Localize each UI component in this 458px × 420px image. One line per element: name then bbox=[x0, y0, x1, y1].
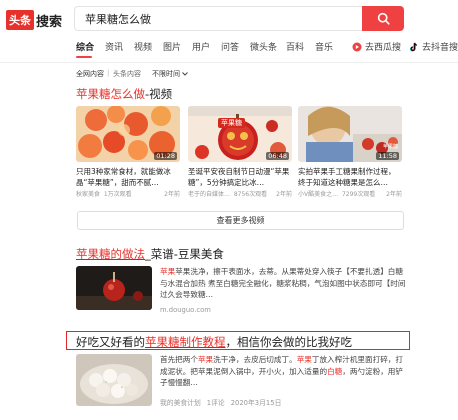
tab-all[interactable]: 综合 bbox=[76, 40, 94, 53]
filter-time-label: 不限时间 bbox=[152, 70, 180, 78]
search-tabs: 综合 资讯 视频 图片 用户 问答 微头条 百科 音乐 去西瓜搜 去抖音搜 bbox=[0, 38, 458, 62]
filter-all-content[interactable]: 全网内容 bbox=[76, 69, 104, 79]
thumbnail-overlay-text: 苹果糖 bbox=[218, 118, 245, 128]
xigua-search-link[interactable]: 去西瓜搜 bbox=[352, 40, 401, 53]
result-thumbnail[interactable] bbox=[76, 354, 152, 406]
tab-user[interactable]: 用户 bbox=[192, 40, 210, 53]
logo-badge: 头条 bbox=[6, 10, 34, 30]
video-duration: 06:48 bbox=[266, 152, 289, 160]
active-tab-indicator bbox=[76, 56, 92, 58]
thumbnail-overlay-text: 苹果糖 bbox=[382, 144, 398, 150]
filter-toutiao-content[interactable]: 头条内容 bbox=[113, 69, 141, 79]
more-videos-button[interactable]: 查看更多视频 bbox=[77, 211, 404, 230]
result-source[interactable]: m.douguo.com bbox=[160, 306, 211, 314]
douyin-search-link[interactable]: 去抖音搜 bbox=[409, 40, 458, 53]
video-age: 2年前 bbox=[386, 191, 402, 198]
search-icon bbox=[377, 12, 390, 25]
tab-video[interactable]: 视频 bbox=[134, 40, 152, 53]
logo[interactable]: 头条 搜索 bbox=[6, 10, 62, 30]
snippet-text: 洗干净，去皮后切成丁。 bbox=[213, 355, 297, 364]
result-thumbnail-image bbox=[76, 354, 152, 406]
video-views: 1万次观看 bbox=[103, 191, 132, 198]
logo-text: 搜索 bbox=[36, 14, 63, 30]
result-title-highlight: 苹果糖的做法 bbox=[76, 247, 145, 261]
video-views: 8756次观看 bbox=[233, 191, 268, 198]
video-author: 老于的自媒体… bbox=[188, 191, 231, 198]
result-meta: 我的美食计划 1评论 2020年3月15日 bbox=[160, 397, 281, 407]
result-thumbnail-image bbox=[76, 266, 152, 310]
search-input[interactable] bbox=[75, 7, 355, 30]
video-views: 7299次观看 bbox=[341, 191, 376, 198]
search-box[interactable] bbox=[74, 6, 362, 31]
xigua-icon bbox=[352, 42, 362, 51]
video-duration: 11:58 bbox=[376, 152, 399, 160]
tab-baike[interactable]: 百科 bbox=[286, 40, 304, 53]
video-title[interactable]: 实拍苹果手工糖果制作过程，终于知道这种糖果是怎么… bbox=[298, 166, 402, 188]
search-button[interactable] bbox=[362, 6, 404, 31]
result-thumbnail[interactable] bbox=[76, 266, 152, 310]
video-title[interactable]: 只用3种家常食材，就能做冰晶“苹果糖”，甜而不腻… bbox=[76, 166, 180, 188]
tab-news[interactable]: 资讯 bbox=[105, 40, 123, 53]
snippet-text: 苹果洗净，擦干表面水，去蒂。从果蒂处穿入筷子【不要扎透】白糖与水混合加热 煮至白… bbox=[160, 267, 406, 299]
video-card[interactable]: 01:28 只用3种家常食材，就能做冰晶“苹果糖”，甜而不腻… 秋家美食 1万次… bbox=[76, 106, 180, 198]
snippet-highlight: 苹果 bbox=[160, 267, 176, 276]
result-comments: 1评论 bbox=[206, 399, 225, 407]
video-age: 2年前 bbox=[276, 191, 292, 198]
result-date: 2020年3月15日 bbox=[230, 399, 282, 407]
snippet-highlight: 白糖 bbox=[327, 366, 343, 376]
video-thumbnail[interactable]: 01:28 bbox=[76, 106, 180, 162]
tab-music[interactable]: 音乐 bbox=[315, 40, 333, 53]
video-section-title[interactable]: 苹果糖怎么做-视频 bbox=[76, 86, 172, 102]
video-thumbnail[interactable]: 苹果糖 06:48 bbox=[188, 106, 292, 162]
video-author: 小V酷美食之… bbox=[298, 191, 339, 198]
annotation-highlight-box bbox=[66, 331, 410, 350]
chevron-down-icon bbox=[182, 72, 188, 76]
divider bbox=[0, 62, 458, 63]
result-snippet: 苹果苹果洗净，擦干表面水，去蒂。从果蒂处穿入筷子【不要扎透】白糖与水混合加热 煮… bbox=[160, 266, 410, 301]
video-duration: 01:28 bbox=[154, 152, 177, 160]
video-title-highlight: 苹果糖怎么做 bbox=[76, 87, 145, 101]
tab-weitoutiao[interactable]: 微头条 bbox=[250, 40, 277, 53]
filter-separator: | bbox=[107, 69, 110, 77]
xigua-search-label: 去西瓜搜 bbox=[365, 43, 402, 53]
douyin-search-label: 去抖音搜 bbox=[422, 43, 458, 53]
tab-qa[interactable]: 问答 bbox=[221, 40, 239, 53]
snippet-highlight: 苹果 bbox=[296, 355, 312, 364]
filter-time-dropdown[interactable]: 不限时间 bbox=[152, 69, 188, 79]
video-age: 2年前 bbox=[164, 191, 180, 198]
result-title-rest: _菜谱-豆果美食 bbox=[145, 247, 224, 261]
result-snippet: 首先把两个苹果洗干净，去皮后切成丁。苹果丁放入榨汁机里面打碎，打成泥状。把苹果泥… bbox=[160, 354, 410, 389]
video-title[interactable]: 圣诞平安夜自制节日动漫“苹果糖”，5分钟搞定比冰… bbox=[188, 166, 292, 188]
video-card[interactable]: 苹果糖 11:58 实拍苹果手工糖果制作过程，终于知道这种糖果是怎么… 小V酷美… bbox=[298, 106, 402, 198]
video-title-rest: -视频 bbox=[145, 87, 173, 101]
douyin-icon bbox=[409, 42, 418, 52]
video-meta: 老于的自媒体… 8756次观看 2年前 bbox=[188, 189, 292, 198]
video-card[interactable]: 苹果糖 06:48 圣诞平安夜自制节日动漫“苹果糖”，5分钟搞定比冰… 老于的自… bbox=[188, 106, 292, 198]
snippet-highlight: 苹果 bbox=[197, 355, 214, 364]
video-meta: 秋家美食 1万次观看 2年前 bbox=[76, 189, 180, 198]
snippet-text: 首先把两个 bbox=[160, 355, 198, 364]
result-author[interactable]: 我的美食计划 bbox=[160, 397, 201, 407]
tab-image[interactable]: 图片 bbox=[163, 40, 181, 53]
video-meta: 小V酷美食之… 7299次观看 2年前 bbox=[298, 189, 402, 198]
video-thumbnail[interactable]: 苹果糖 11:58 bbox=[298, 106, 402, 162]
result-title[interactable]: 苹果糖的做法_菜谱-豆果美食 bbox=[76, 246, 224, 262]
video-author: 秋家美食 bbox=[76, 191, 101, 198]
